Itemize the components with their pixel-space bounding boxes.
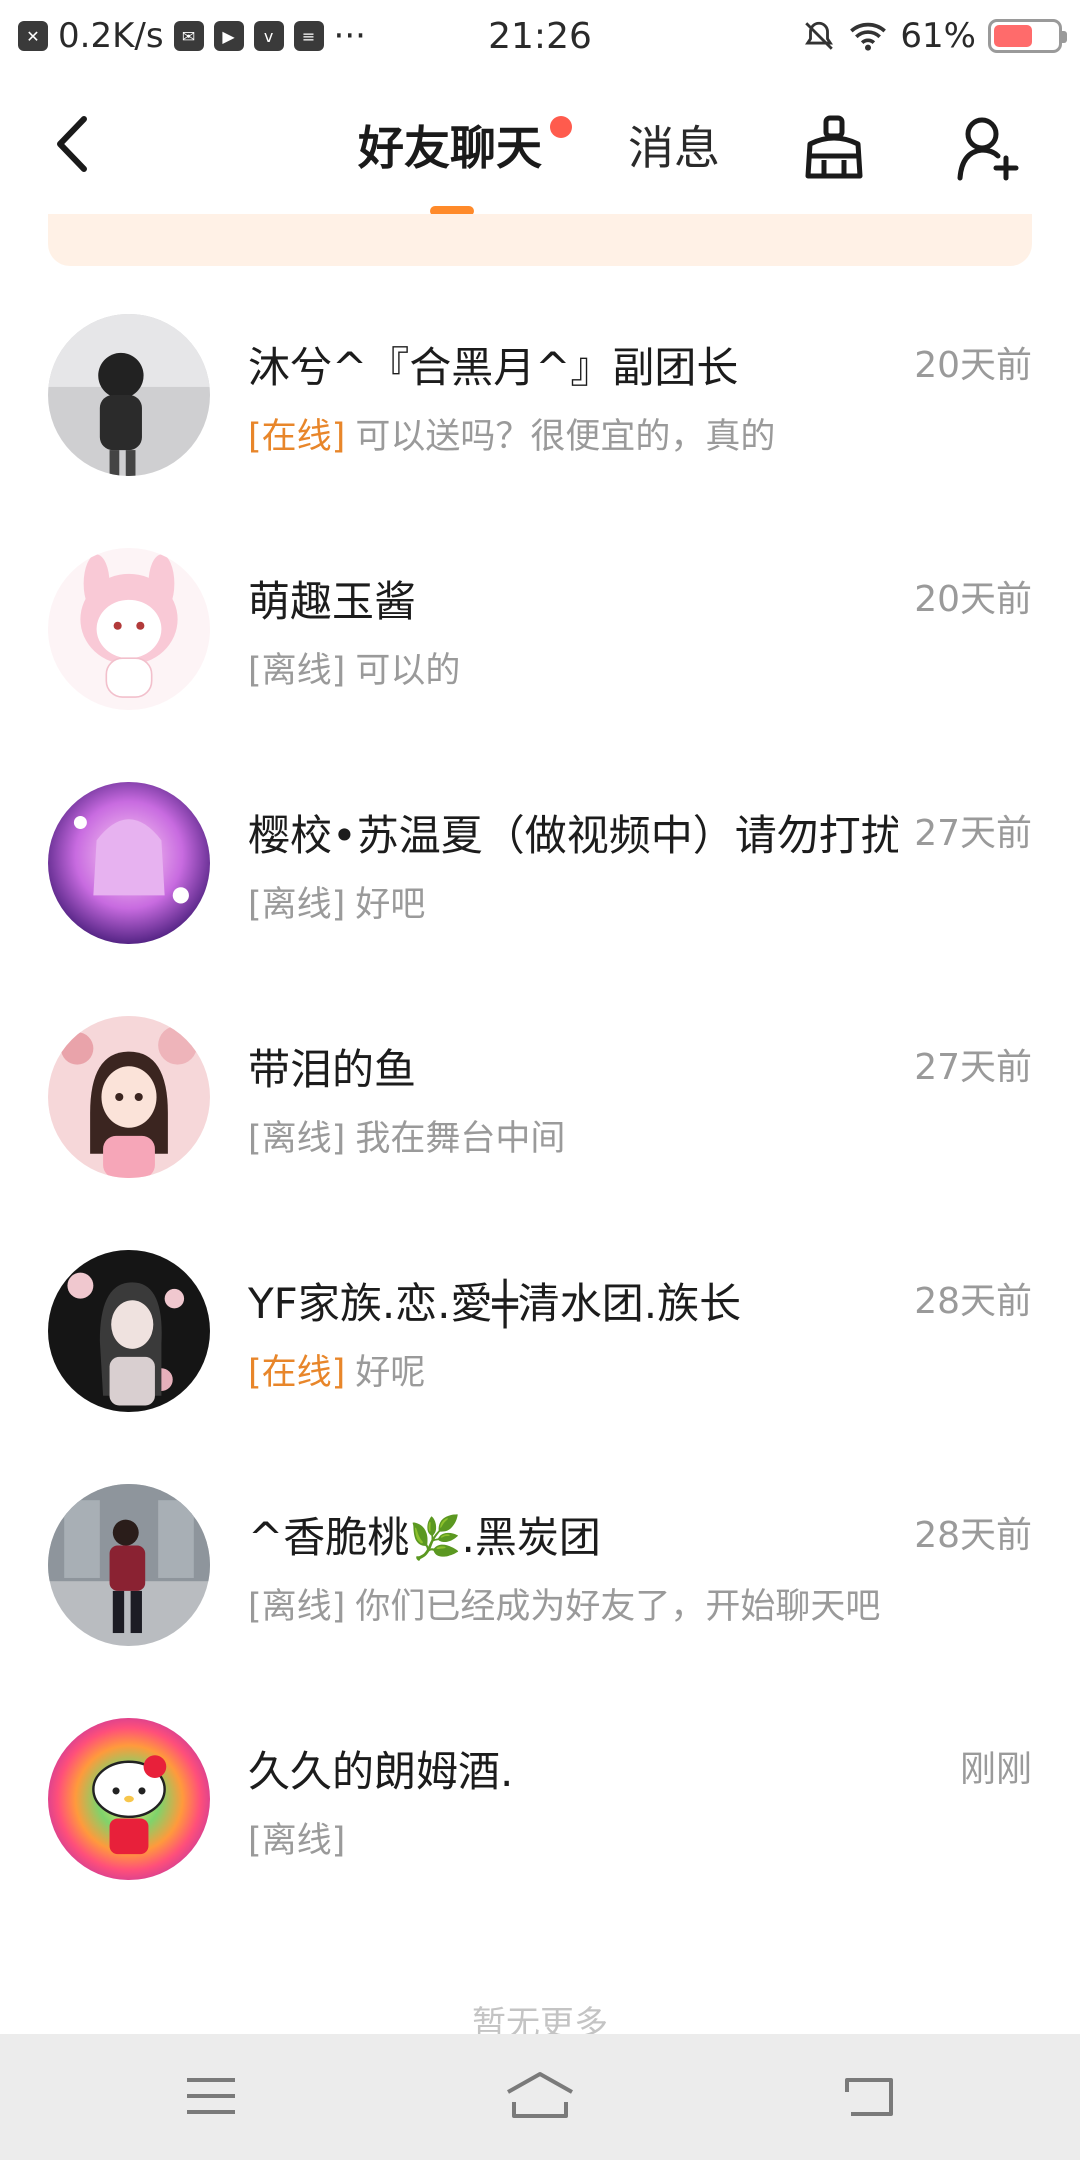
home-icon — [507, 2072, 573, 2118]
friend-avatar — [48, 1718, 210, 1880]
battery-fill — [994, 25, 1032, 47]
top-nav: 好友聊天 消息 — [0, 72, 1080, 222]
status-badge: [离线] — [248, 885, 346, 925]
status-badge: [离线] — [248, 651, 346, 691]
notification-close-icon: ✕ — [18, 21, 48, 51]
mute-bell-icon — [805, 21, 834, 50]
last-active-time: 28天前 — [914, 1281, 1032, 1322]
friend-row[interactable]: 久久的朗姆酒. 刚刚 [离线] — [0, 1704, 1080, 1938]
friend-preview: [在线] 可以送吗？很便宜的，真的 — [248, 408, 775, 459]
friend-list: 沐兮^『合黑月^』副团长 20天前 [在线] 可以送吗？很便宜的，真的 萌趣玉酱 … — [0, 300, 1080, 1938]
friend-name: 樱校•苏温夏（做视频中）请勿打扰 — [248, 811, 898, 860]
friend-name: ^香脆桃🌿.黑炭团 — [248, 1513, 601, 1562]
storage-icon: ≡ — [293, 21, 324, 51]
friend-row[interactable]: 樱校•苏温夏（做视频中）请勿打扰 27天前 [离线] 好吧 — [0, 768, 1080, 1002]
friend-preview: [离线] 好吧 — [248, 876, 425, 927]
add-friend-button[interactable] — [948, 108, 1028, 188]
friend-row[interactable]: 沐兮^『合黑月^』副团长 20天前 [在线] 可以送吗？很便宜的，真的 — [0, 300, 1080, 534]
system-nav-bar — [0, 2034, 1080, 2160]
friend-preview: [离线] 我在舞台中间 — [248, 1110, 565, 1161]
last-active-time: 27天前 — [914, 1047, 1032, 1088]
friend-row[interactable]: 带泪的鱼 27天前 [离线] 我在舞台中间 — [0, 1002, 1080, 1236]
status-badge: [离线] — [248, 1821, 346, 1861]
last-message: 好呢 — [355, 1353, 426, 1393]
message-app-icon: ✉ — [173, 21, 204, 51]
back-button[interactable] — [40, 106, 104, 182]
last-message: 可以送吗？很便宜的，真的 — [355, 417, 776, 457]
last-active-time: 刚刚 — [959, 1749, 1032, 1790]
broom-clean-icon — [805, 115, 863, 179]
recent-apps-button[interactable] — [166, 2056, 256, 2136]
last-message: 好吧 — [355, 885, 426, 925]
status-bar-right: 61% — [802, 16, 1067, 56]
friend-preview: [离线] 可以的 — [248, 642, 460, 693]
friend-avatar — [48, 782, 210, 944]
last-active-time: 20天前 — [914, 579, 1032, 620]
friend-name: 沐兮^『合黑月^』副团长 — [248, 343, 739, 392]
clean-button[interactable] — [794, 108, 874, 188]
battery-icon — [988, 19, 1067, 53]
vivo-app-icon: v — [253, 21, 284, 51]
friend-name: YF家族.恋.愛╪清水团.族长 — [248, 1279, 742, 1328]
last-message: 我在舞台中间 — [355, 1119, 566, 1159]
wifi-icon — [850, 22, 887, 51]
more-notifications-icon: ··· — [333, 16, 366, 56]
friend-preview: [离线] 你们已经成为好友了，开始聊天吧 — [248, 1578, 880, 1629]
friend-preview: [离线] — [248, 1812, 355, 1863]
friend-name: 久久的朗姆酒. — [248, 1747, 514, 1796]
battery-percent: 61% — [900, 16, 976, 56]
video-app-icon: ▶ — [213, 21, 244, 51]
friend-name: 带泪的鱼 — [248, 1045, 417, 1094]
tab-messages[interactable]: 消息 — [628, 112, 720, 178]
friend-avatar — [48, 1016, 210, 1178]
home-button[interactable] — [495, 2056, 585, 2136]
last-message: 你们已经成为好友了，开始聊天吧 — [355, 1587, 881, 1627]
net-speed: 0.2K/s — [58, 16, 164, 56]
tab-friend-chat[interactable]: 好友聊天 — [358, 112, 542, 178]
menu-icon — [187, 2078, 235, 2114]
friend-chat-screen: ✕ 0.2K/s ✉ ▶ v ≡ ··· 21:26 61% 好友聊天 消息 沐… — [0, 0, 1080, 2160]
add-friend-icon — [957, 117, 1019, 181]
friend-row[interactable]: ^香脆桃🌿.黑炭团 28天前 [离线] 你们已经成为好友了，开始聊天吧 — [0, 1470, 1080, 1704]
return-icon — [845, 2078, 893, 2116]
unread-badge — [550, 116, 572, 138]
friend-avatar — [48, 548, 210, 710]
status-badge: [离线] — [248, 1119, 346, 1159]
last-active-time: 20天前 — [914, 345, 1032, 386]
friend-preview: [在线] 好呢 — [248, 1344, 425, 1395]
activity-banner[interactable] — [48, 214, 1032, 266]
last-active-time: 28天前 — [914, 1515, 1032, 1556]
friend-row[interactable]: YF家族.恋.愛╪清水团.族长 28天前 [在线] 好呢 — [0, 1236, 1080, 1470]
back-arrow-icon — [57, 116, 87, 172]
status-bar-left: ✕ 0.2K/s ✉ ▶ v ≡ ··· — [18, 16, 366, 56]
friend-avatar — [48, 1250, 210, 1412]
status-bar: ✕ 0.2K/s ✉ ▶ v ≡ ··· 21:26 61% — [0, 0, 1080, 72]
friend-row[interactable]: 萌趣玉酱 20天前 [离线] 可以的 — [0, 534, 1080, 768]
status-badge: [在线] — [248, 417, 346, 457]
last-active-time: 27天前 — [914, 813, 1032, 854]
status-badge: [离线] — [248, 1587, 346, 1627]
status-badge: [在线] — [248, 1353, 346, 1393]
friend-avatar — [48, 1484, 210, 1646]
system-back-button[interactable] — [824, 2056, 914, 2136]
last-message: 可以的 — [355, 651, 461, 691]
friend-avatar — [48, 314, 210, 476]
friend-name: 萌趣玉酱 — [248, 577, 417, 626]
